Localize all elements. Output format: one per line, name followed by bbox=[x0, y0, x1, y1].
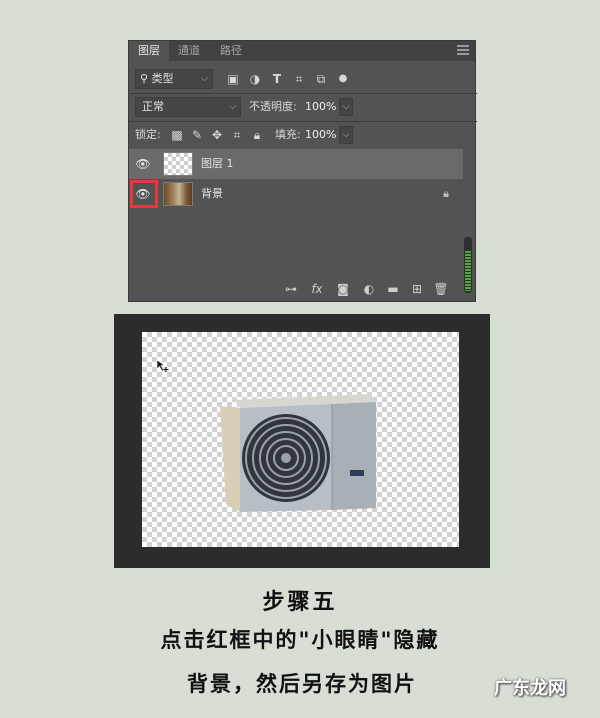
layer-thumbnail bbox=[163, 182, 193, 206]
image-filter-icon[interactable]: ▣ bbox=[225, 71, 241, 87]
fx-icon[interactable]: fx bbox=[309, 281, 325, 297]
layer-name: 图层 1 bbox=[201, 157, 234, 170]
panel-tabbar: 图层 通道 路径 bbox=[129, 41, 475, 61]
watermark: 广东龙网 bbox=[494, 678, 566, 699]
layer-row-background[interactable]: 👁︎ 背景 🔒︎ bbox=[129, 179, 463, 209]
type-filter-icon[interactable]: T bbox=[269, 71, 285, 87]
opacity-dropdown-icon[interactable]: ⌵ bbox=[339, 98, 353, 116]
adjustment-filter-icon[interactable]: ◑ bbox=[247, 71, 263, 87]
air-conditioner-image bbox=[220, 394, 376, 512]
caption-step-title: 步骤五 bbox=[262, 590, 338, 615]
lock-row: 锁定: ▩ ✎ ✥ ⌗ 🔒︎ 填充: 100% ⌵ bbox=[135, 125, 471, 145]
transparent-canvas bbox=[142, 332, 459, 547]
eye-icon[interactable]: 👁︎ bbox=[135, 156, 151, 172]
panel-menu-icon[interactable] bbox=[457, 45, 469, 55]
mask-icon[interactable]: ◙ bbox=[335, 281, 351, 297]
opacity-label: 不透明度: bbox=[249, 100, 297, 113]
blend-mode-value: 正常 bbox=[142, 100, 164, 113]
fill-label: 填充: bbox=[275, 128, 301, 141]
lock-icon: 🔒︎ bbox=[443, 187, 449, 200]
canvas-workspace bbox=[114, 314, 490, 568]
filter-toggle-icon[interactable]: ● bbox=[335, 71, 351, 87]
lock-label: 锁定: bbox=[135, 128, 161, 141]
layer-row-1[interactable]: 👁︎ 图层 1 bbox=[129, 149, 463, 179]
divider bbox=[129, 121, 477, 122]
panel-footer: ⊶ fx ◙ ◐ ▬ ⊞ 🗑︎ bbox=[129, 277, 475, 301]
tab-paths[interactable]: 路径 bbox=[211, 41, 251, 61]
fill-dropdown-icon[interactable]: ⌵ bbox=[339, 126, 353, 144]
red-highlight-box bbox=[130, 180, 158, 208]
filter-row: ⚲ 类型 ⌵ ▣ ◑ T ⌗ ⧉ ● bbox=[135, 69, 471, 89]
lock-brush-icon[interactable]: ✎ bbox=[189, 127, 205, 143]
filter-kind-select[interactable]: ⚲ 类型 ⌵ bbox=[135, 69, 213, 89]
new-layer-icon[interactable]: ⊞ bbox=[409, 281, 425, 297]
lock-artboard-icon[interactable]: ⌗ bbox=[229, 127, 245, 143]
layers-panel: 图层 通道 路径 ⚲ 类型 ⌵ ▣ ◑ T ⌗ ⧉ ● 正常 ⌵ 不透明度: 1… bbox=[128, 40, 477, 302]
filter-kind-label: 类型 bbox=[151, 72, 174, 85]
adjustment-icon[interactable]: ◐ bbox=[361, 281, 377, 297]
chevron-down-icon: ⌵ bbox=[229, 102, 236, 112]
caption-instruction-line1: 点击红框中的"小眼睛"隐藏 bbox=[160, 628, 440, 652]
layer-thumbnail bbox=[163, 152, 193, 176]
blend-row: 正常 ⌵ 不透明度: 100% ⌵ bbox=[135, 97, 471, 117]
search-icon: ⚲ bbox=[140, 72, 149, 85]
smart-object-filter-icon[interactable]: ⧉ bbox=[313, 71, 329, 87]
blend-mode-select[interactable]: 正常 ⌵ bbox=[135, 97, 241, 117]
folder-icon[interactable]: ▬ bbox=[385, 281, 401, 297]
tab-channels[interactable]: 通道 bbox=[169, 41, 209, 61]
lock-position-icon[interactable]: ✥ bbox=[209, 127, 225, 143]
shape-filter-icon[interactable]: ⌗ bbox=[291, 71, 307, 87]
lock-transparency-icon[interactable]: ▩ bbox=[169, 127, 185, 143]
tab-layers[interactable]: 图层 bbox=[129, 41, 169, 61]
move-cursor-icon bbox=[156, 359, 169, 372]
link-icon[interactable]: ⊶ bbox=[283, 281, 299, 297]
divider bbox=[129, 93, 477, 94]
layer-name: 背景 bbox=[201, 187, 223, 200]
opacity-input[interactable]: 100% bbox=[305, 97, 339, 117]
trash-icon[interactable]: 🗑︎ bbox=[433, 281, 449, 297]
lock-all-icon[interactable]: 🔒︎ bbox=[249, 127, 265, 143]
chevron-down-icon: ⌵ bbox=[201, 74, 208, 84]
fill-input[interactable]: 100% bbox=[305, 125, 339, 145]
